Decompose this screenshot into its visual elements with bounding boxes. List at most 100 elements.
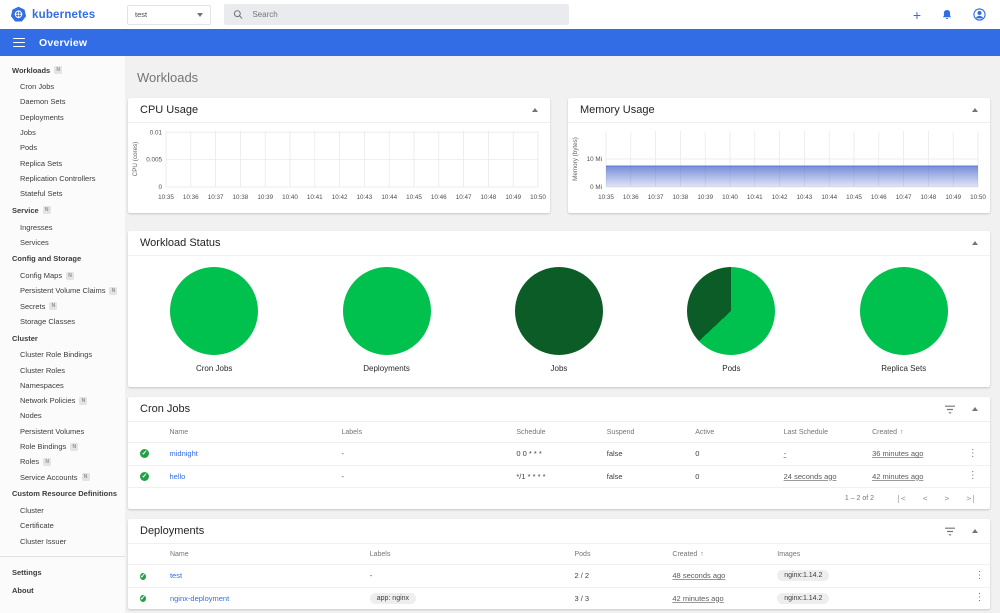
collapse-cron-jobs-icon[interactable] xyxy=(972,407,978,411)
sidebar-item-replica-sets[interactable]: Replica Sets xyxy=(0,155,125,170)
sidebar-item-deployments[interactable]: Deployments xyxy=(0,110,125,125)
sidebar-item-custom-resource-definitions[interactable]: Custom Resource Definitions xyxy=(0,485,125,503)
last-page-button[interactable]: >| xyxy=(966,494,976,503)
brand[interactable]: kubernetes xyxy=(10,6,120,23)
column-header[interactable]: Suspend xyxy=(607,429,695,436)
table-row: ✓ test - 2 / 2 48 seconds ago nginx:1.14.2 ⋮ xyxy=(128,564,990,587)
sidebar-item-replication-controllers[interactable]: Replication Controllers xyxy=(0,171,125,186)
sidebar-item-label: Ingresses xyxy=(20,222,53,232)
search-bar[interactable] xyxy=(224,4,569,25)
sidebar-item-label: Service xyxy=(12,205,39,215)
sidebar-item-label: Cluster Issuer xyxy=(20,536,67,546)
sidebar-item-storage-classes[interactable]: Storage Classes xyxy=(0,314,125,329)
sidebar-item-namespaces[interactable]: Namespaces xyxy=(0,378,125,393)
cron-job-link[interactable]: midnight xyxy=(169,449,197,458)
column-header[interactable]: Labels xyxy=(370,551,575,558)
sidebar-item-label: Custom Resource Definitions xyxy=(12,489,118,499)
column-header[interactable]: Labels xyxy=(341,429,516,436)
sidebar-item-workloads[interactable]: Workloads N xyxy=(0,61,125,79)
kebab-menu-icon[interactable]: ⋮ xyxy=(968,448,978,459)
sidebar-item-label: Nodes xyxy=(20,411,42,421)
sidebar-item-config-and-storage[interactable]: Config and Storage xyxy=(0,250,125,268)
menu-hamburger-icon[interactable] xyxy=(13,37,25,48)
new-badge: N xyxy=(81,473,90,482)
chevron-down-icon xyxy=(197,12,203,17)
collapse-memory-icon[interactable] xyxy=(972,108,978,112)
svg-text:10:46: 10:46 xyxy=(871,194,887,201)
column-header[interactable]: Schedule xyxy=(516,429,606,436)
column-header[interactable]: Active xyxy=(695,429,783,436)
sidebar-item-pods[interactable]: Pods xyxy=(0,140,125,155)
cron-job-link[interactable]: hello xyxy=(169,472,185,481)
sidebar-item-label: Cron Jobs xyxy=(20,82,55,92)
deployment-link[interactable]: nginx-deployment xyxy=(170,594,229,603)
relative-time: 48 seconds ago xyxy=(672,571,726,581)
column-header[interactable]: Images xyxy=(777,551,969,558)
search-input[interactable] xyxy=(252,10,560,19)
svg-text:Memory (bytes): Memory (bytes) xyxy=(572,137,579,181)
last-schedule-cell: 24 seconds ago xyxy=(784,472,872,481)
sidebar-item-certificate[interactable]: Certificate xyxy=(0,518,125,533)
sidebar-item-cluster-issuer[interactable]: Cluster Issuer xyxy=(0,533,125,548)
column-header[interactable]: Created ↑ xyxy=(672,551,777,558)
sidebar-item-stateful-sets[interactable]: Stateful Sets xyxy=(0,186,125,201)
sidebar-item-role-bindings[interactable]: Role Bindings N xyxy=(0,439,125,454)
sidebar-item-jobs[interactable]: Jobs xyxy=(0,125,125,140)
column-header[interactable]: Name xyxy=(169,429,341,436)
kebab-menu-icon[interactable]: ⋮ xyxy=(975,570,985,581)
image-chip: nginx:1.14.2 xyxy=(777,570,830,582)
next-page-button[interactable]: > xyxy=(945,494,950,503)
sidebar-item-config-maps[interactable]: Config Maps N xyxy=(0,268,125,283)
sidebar-item-cluster-role-bindings[interactable]: Cluster Role Bindings xyxy=(0,347,125,362)
kebab-menu-icon[interactable]: ⋮ xyxy=(968,470,978,481)
column-header[interactable]: Last Schedule xyxy=(784,429,872,436)
notifications-bell-icon[interactable] xyxy=(941,9,953,21)
sidebar-item-ingresses[interactable]: Ingresses xyxy=(0,219,125,234)
create-resource-icon[interactable]: + xyxy=(913,8,921,22)
svg-text:0.005: 0.005 xyxy=(146,157,162,164)
svg-text:10 Mi: 10 Mi xyxy=(587,156,602,163)
namespace-selector[interactable]: test xyxy=(127,4,211,25)
sidebar-item-service[interactable]: Service N xyxy=(0,201,125,219)
sidebar-item-daemon-sets[interactable]: Daemon Sets xyxy=(0,94,125,109)
prev-page-button[interactable]: < xyxy=(923,494,928,503)
collapse-status-icon[interactable] xyxy=(972,241,978,245)
first-page-button[interactable]: |< xyxy=(896,494,906,503)
sidebar-item-persistent-volume-claims[interactable]: Persistent Volume Claims N xyxy=(0,283,125,298)
sidebar-item-services[interactable]: Services xyxy=(0,235,125,250)
last-schedule-cell: - xyxy=(784,449,872,458)
svg-text:10:36: 10:36 xyxy=(623,194,639,201)
svg-text:10:50: 10:50 xyxy=(970,194,986,201)
sidebar-item-cluster[interactable]: Cluster xyxy=(0,503,125,518)
sidebar-item-cluster[interactable]: Cluster xyxy=(0,329,125,347)
success-check-icon: ✓ xyxy=(140,449,149,459)
kebab-menu-icon[interactable]: ⋮ xyxy=(975,592,985,603)
sidebar-item-about[interactable]: About xyxy=(0,582,125,600)
sidebar-item-cluster-roles[interactable]: Cluster Roles xyxy=(0,362,125,377)
sidebar-item-label: Network Policies xyxy=(20,396,76,406)
collapse-deployments-icon[interactable] xyxy=(972,529,978,533)
sidebar-item-label: Cluster xyxy=(20,505,44,515)
svg-text:10:48: 10:48 xyxy=(921,194,937,201)
suspend-cell: false xyxy=(606,449,623,459)
user-account-icon[interactable] xyxy=(973,8,986,21)
column-header[interactable]: Pods xyxy=(575,551,673,558)
sidebar-item-cron-jobs[interactable]: Cron Jobs xyxy=(0,79,125,94)
sidebar-item-nodes[interactable]: Nodes xyxy=(0,408,125,423)
sidebar-item-roles[interactable]: Roles N xyxy=(0,454,125,469)
pie-label: Pods xyxy=(722,364,741,373)
collapse-cpu-icon[interactable] xyxy=(532,108,538,112)
images-cell: nginx:1.14.2 xyxy=(777,570,969,582)
sidebar-item-service-accounts[interactable]: Service Accounts N xyxy=(0,470,125,485)
sidebar-item-settings[interactable]: Settings xyxy=(0,564,125,582)
filter-icon[interactable] xyxy=(944,527,956,536)
sidebar-item-secrets[interactable]: Secrets N xyxy=(0,299,125,314)
sidebar-item-persistent-volumes[interactable]: Persistent Volumes xyxy=(0,424,125,439)
deployment-link[interactable]: test xyxy=(170,571,182,580)
sidebar-item-label: Role Bindings xyxy=(20,442,67,452)
column-header[interactable]: Created ↑ xyxy=(872,429,956,436)
filter-icon[interactable] xyxy=(944,405,956,414)
status-cell: ✓ xyxy=(140,471,169,481)
column-header[interactable]: Name xyxy=(170,551,370,558)
sidebar-item-network-policies[interactable]: Network Policies N xyxy=(0,393,125,408)
